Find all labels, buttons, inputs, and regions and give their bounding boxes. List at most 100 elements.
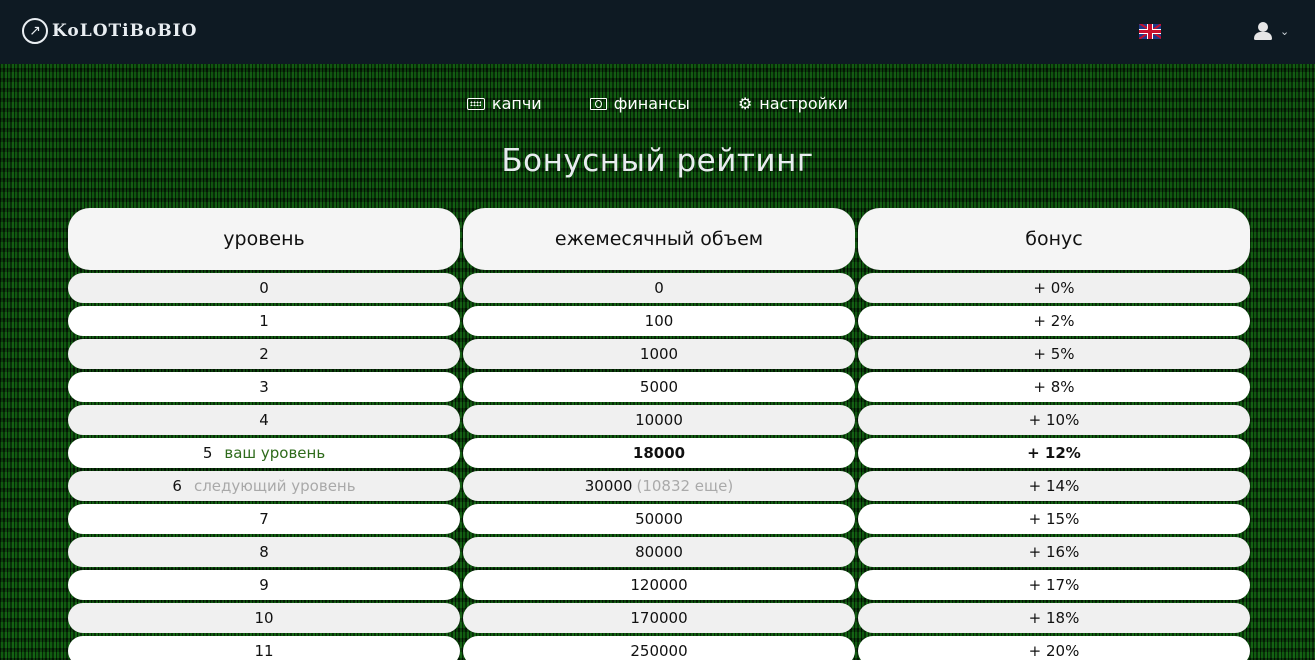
volume-cell: 18000 — [463, 438, 855, 468]
volume-cell: 50000 — [463, 504, 855, 534]
table-row: 1 100 + 2% — [68, 306, 1250, 336]
volume-cell: 250000 — [463, 636, 855, 660]
bonus-cell: + 8% — [858, 372, 1250, 402]
table-header: уровень ежемесячный объем бонус — [68, 208, 1250, 270]
table-row: 4 10000 + 10% — [68, 405, 1250, 435]
level-value: 2 — [259, 345, 269, 363]
bonus-value: + 5% — [1033, 345, 1075, 363]
bonus-cell: + 15% — [858, 504, 1250, 534]
volume-value: 120000 — [630, 576, 688, 594]
page-title: Бонусный рейтинг — [501, 143, 814, 179]
volume-cell: 80000 — [463, 537, 855, 567]
bonus-cell: + 20% — [858, 636, 1250, 660]
level-value: 0 — [259, 279, 269, 297]
level-value: 8 — [259, 543, 269, 561]
level-value: 11 — [254, 642, 274, 660]
pickaxe-icon: ↗ — [22, 18, 48, 44]
gear-icon: ⚙ — [737, 93, 753, 113]
level-value: 3 — [259, 378, 269, 396]
current-level-tag: ваш уровень — [224, 444, 326, 462]
volume-value: 170000 — [630, 609, 688, 627]
level-cell: 8 — [68, 537, 460, 567]
column-header-volume: ежемесячный объем — [463, 208, 855, 270]
bonus-value: + 20% — [1028, 642, 1080, 660]
nav-item-captchas[interactable]: капчи — [466, 94, 542, 113]
bonus-cell: + 18% — [858, 603, 1250, 633]
level-cell: 6 следующий уровень — [68, 471, 460, 501]
volume-cell: 30000 (10832 еще) — [463, 471, 855, 501]
volume-value: 1000 — [639, 345, 679, 363]
main-nav: капчи финансы ⚙ настройки — [0, 94, 1315, 113]
volume-value: 50000 — [635, 510, 683, 528]
table-row: 11 250000 + 20% — [68, 636, 1250, 660]
volume-cell: 1000 — [463, 339, 855, 369]
money-icon — [589, 97, 607, 110]
top-navbar: ↗ KoLOTiBoBIO ⌄ — [0, 0, 1315, 64]
level-value: 7 — [259, 510, 269, 528]
table-row: 9 120000 + 17% — [68, 570, 1250, 600]
bonus-cell: + 16% — [858, 537, 1250, 567]
nav-item-settings[interactable]: ⚙ настройки — [738, 94, 848, 113]
table-row-next-level: 6 следующий уровень 30000 (10832 еще) + … — [68, 471, 1250, 501]
table-row: 8 80000 + 16% — [68, 537, 1250, 567]
nav-item-finances[interactable]: финансы — [589, 94, 690, 113]
bonus-value: + 16% — [1028, 543, 1080, 561]
volume-value: 18000 — [632, 444, 686, 462]
level-cell: 10 — [68, 603, 460, 633]
table-row-current-level: 5 ваш уровень 18000 + 12% — [68, 438, 1250, 468]
level-value: 6 — [172, 477, 182, 495]
table-row: 0 0 + 0% — [68, 273, 1250, 303]
volume-value: 250000 — [630, 642, 688, 660]
level-value: 9 — [259, 576, 269, 594]
bonus-value: + 18% — [1028, 609, 1080, 627]
user-menu-toggle[interactable]: ⌄ — [1254, 22, 1289, 40]
volume-cell: 100 — [463, 306, 855, 336]
level-cell: 2 — [68, 339, 460, 369]
volume-value: 100 — [644, 312, 674, 330]
volume-value: 30000 — [584, 477, 633, 495]
bonus-value: + 15% — [1028, 510, 1080, 528]
level-value: 1 — [259, 312, 269, 330]
bonus-value: + 10% — [1028, 411, 1080, 429]
bonus-value: + 14% — [1028, 477, 1080, 495]
brand-logo[interactable]: ↗ KoLOTiBoBIO — [22, 18, 197, 44]
table-row: 7 50000 + 15% — [68, 504, 1250, 534]
volume-remaining-note: (10832 еще) — [636, 477, 734, 495]
brand-name: KoLOTiBoBIO — [52, 21, 198, 41]
volume-cell: 170000 — [463, 603, 855, 633]
nav-item-label: капчи — [491, 94, 542, 113]
volume-value: 10000 — [635, 411, 683, 429]
bonus-rating-table: уровень ежемесячный объем бонус 0 0 + 0%… — [68, 208, 1250, 660]
bonus-cell: + 0% — [858, 273, 1250, 303]
nav-item-label: настройки — [759, 94, 849, 113]
table-body: 0 0 + 0% 1 100 + 2% 2 1000 + 5% 3 5000 +… — [68, 273, 1250, 660]
volume-cell: 10000 — [463, 405, 855, 435]
level-cell: 5 ваш уровень — [68, 438, 460, 468]
bonus-value: + 8% — [1033, 378, 1075, 396]
volume-value: 80000 — [635, 543, 683, 561]
column-header-level: уровень — [68, 208, 460, 270]
level-cell: 1 — [68, 306, 460, 336]
bonus-cell: + 5% — [858, 339, 1250, 369]
bonus-value: + 2% — [1033, 312, 1075, 330]
uk-flag-icon[interactable] — [1139, 24, 1161, 39]
level-cell: 0 — [68, 273, 460, 303]
bonus-cell: + 14% — [858, 471, 1250, 501]
bonus-value: + 17% — [1028, 576, 1080, 594]
bonus-cell: + 2% — [858, 306, 1250, 336]
keyboard-icon — [466, 97, 485, 110]
table-row: 2 1000 + 5% — [68, 339, 1250, 369]
level-cell: 9 — [68, 570, 460, 600]
user-icon — [1254, 22, 1272, 40]
volume-value: 0 — [654, 279, 664, 297]
volume-value: 5000 — [639, 378, 679, 396]
nav-item-label: финансы — [613, 94, 690, 113]
level-cell: 7 — [68, 504, 460, 534]
bonus-value: + 12% — [1027, 444, 1081, 462]
volume-cell: 0 — [463, 273, 855, 303]
level-value: 5 — [202, 444, 213, 462]
column-header-bonus: бонус — [858, 208, 1250, 270]
level-value: 4 — [259, 411, 269, 429]
bonus-cell: + 10% — [858, 405, 1250, 435]
bonus-cell: + 17% — [858, 570, 1250, 600]
